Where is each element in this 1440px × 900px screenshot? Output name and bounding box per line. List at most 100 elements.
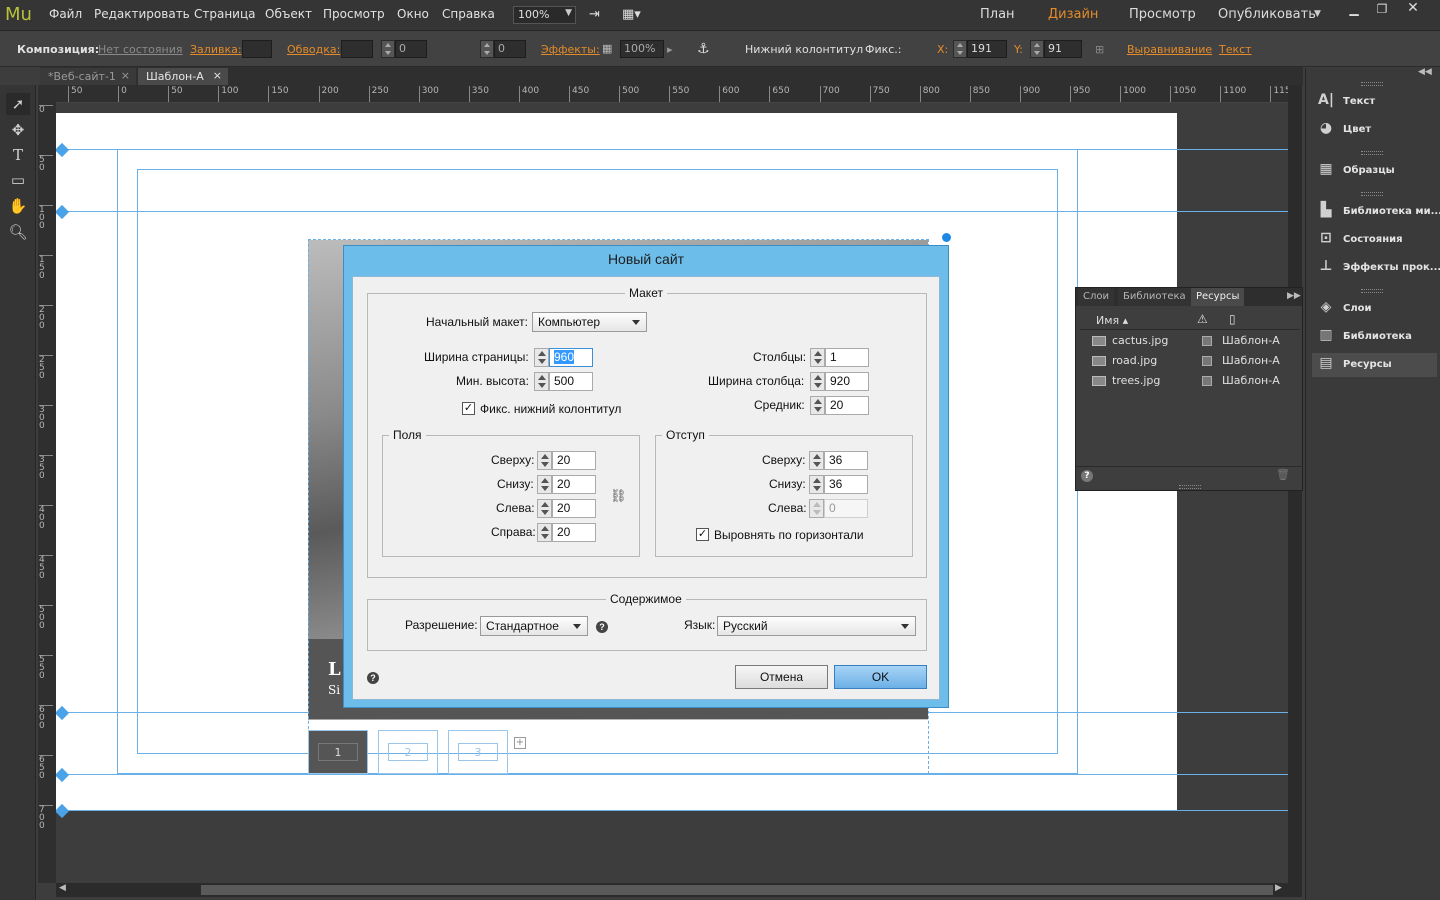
close-window-button[interactable]: ✕ [1398, 0, 1428, 18]
thumbnail-1[interactable]: 1 [308, 730, 368, 774]
tab-library[interactable]: Библиотека [1118, 288, 1191, 306]
workspace-publish[interactable]: Опубликовать [1218, 7, 1316, 22]
asset-row[interactable]: cactus.jpg Шаблон-A [1092, 332, 1300, 350]
padding-bottom-input[interactable]: 36 [824, 475, 868, 494]
align-link[interactable]: Выравнивание [1127, 43, 1212, 56]
help-icon[interactable]: ? [596, 621, 608, 633]
page-nav-icon[interactable]: ⇥ [589, 7, 600, 22]
panel-grip[interactable] [1361, 192, 1383, 196]
page-width-spinner[interactable] [534, 348, 549, 367]
effects-label[interactable]: Эффекты: [541, 43, 600, 56]
fill-swatch[interactable] [242, 40, 272, 58]
link-margins-icon[interactable]: ⛓ [610, 488, 627, 504]
thumbnail-2[interactable]: 2 [378, 730, 438, 774]
crop-tool-icon[interactable]: ✥ [6, 119, 30, 141]
close-icon[interactable]: × [121, 69, 130, 82]
padding-bottom-spinner[interactable] [809, 475, 824, 494]
collapse-panels-icon[interactable]: ◀◀ [1418, 67, 1432, 77]
stroke-width-input[interactable]: 0 [395, 40, 427, 58]
help-icon[interactable]: ? [1081, 470, 1093, 482]
corner-spinner[interactable] [480, 40, 494, 58]
zoom-select[interactable]: 100% ▼ [513, 6, 576, 24]
menu-window[interactable]: Окно [397, 7, 429, 21]
workspace-preview[interactable]: Просмотр [1129, 7, 1196, 22]
columns-input[interactable]: 1 [825, 348, 869, 367]
padding-top-spinner[interactable] [809, 451, 824, 470]
rectangle-tool-icon[interactable]: ▭ [6, 169, 30, 191]
margin-top-input[interactable]: 20 [552, 451, 596, 470]
tab-assets[interactable]: Ресурсы [1191, 288, 1245, 306]
menu-help[interactable]: Справка [442, 7, 495, 21]
stroke-label[interactable]: Обводка: [287, 43, 340, 56]
page-icon[interactable]: ▯ [1229, 312, 1236, 326]
min-height-spinner[interactable] [534, 372, 549, 391]
initial-layout-select[interactable]: Компьютер [532, 312, 647, 332]
margin-bottom-input[interactable]: 20 [552, 475, 596, 494]
margin-right-spinner[interactable] [537, 523, 552, 542]
workspace-plan[interactable]: План [980, 7, 1015, 22]
margin-left-spinner[interactable] [537, 499, 552, 518]
cancel-button[interactable]: Отмена [735, 665, 828, 689]
fill-label[interactable]: Заливка: [190, 43, 242, 56]
margin-top-spinner[interactable] [537, 451, 552, 470]
page-width-input[interactable]: 960 [549, 348, 593, 367]
text-link[interactable]: Текст [1219, 43, 1252, 56]
selection-tool-icon[interactable]: ➚ [6, 93, 30, 115]
panel-assets[interactable]: ▤ Ресурсы [1312, 353, 1437, 377]
thumbnail-3[interactable]: 3 [448, 730, 508, 774]
opacity-arrow-icon[interactable]: ▸ [667, 43, 673, 56]
workspace-design[interactable]: Дизайн [1048, 7, 1098, 22]
tab-website-1[interactable]: *Веб-сайт-1 × [40, 68, 136, 85]
restore-button[interactable]: ❐ [1368, 2, 1396, 18]
columns-spinner[interactable] [810, 348, 825, 367]
close-icon[interactable]: × [213, 69, 222, 82]
margin-left-input[interactable]: 20 [552, 499, 596, 518]
corner-radius-input[interactable]: 0 [494, 40, 526, 58]
horizontal-ruler[interactable]: 50 0 50 100 150 200 250 300 350 400 450 500 550 600 65… [56, 85, 1288, 103]
zoom-tool-icon[interactable]: 🔍︎ [6, 221, 30, 243]
padding-top-input[interactable]: 36 [824, 451, 868, 470]
panel-color[interactable]: ◕ Цвет [1312, 118, 1437, 142]
asset-row[interactable]: road.jpg Шаблон-A [1092, 352, 1300, 370]
panel-grip[interactable] [1361, 151, 1383, 155]
gutter-input[interactable]: 20 [825, 396, 869, 415]
minimize-button[interactable]: ▁ [1340, 2, 1368, 18]
panel-library[interactable]: ▥ Библиотека [1312, 325, 1437, 349]
resolution-select[interactable]: Стандартное [480, 616, 588, 636]
y-input[interactable]: 91 [1044, 40, 1082, 58]
menu-view[interactable]: Просмотр [323, 7, 385, 21]
gutter-spinner[interactable] [810, 396, 825, 415]
trash-icon[interactable]: 🗑︎ [1276, 468, 1290, 481]
opacity-input[interactable]: 100% [620, 40, 664, 58]
panel-text[interactable]: A| Текст [1312, 90, 1437, 114]
composition-state[interactable]: Нет состояния [98, 43, 182, 56]
scrollbar-thumb[interactable] [201, 885, 1273, 895]
display-options-icon[interactable]: ▦▾ [622, 7, 641, 22]
ok-button[interactable]: OK [834, 665, 927, 689]
sticky-footer-checkbox[interactable]: ✓ [462, 402, 475, 415]
panel-swatches[interactable]: ▦ Образцы [1312, 159, 1437, 183]
column-width-spinner[interactable] [810, 372, 825, 391]
tab-template-a[interactable]: Шаблон-A × [138, 68, 228, 85]
language-select[interactable]: Русский [717, 616, 916, 636]
warning-icon[interactable]: ⚠ [1197, 312, 1208, 326]
panel-scroll-effects[interactable]: ⊥ Эффекты прок... [1312, 256, 1440, 280]
vertical-ruler[interactable]: 0 5 0 1 0 0 1 5 0 2 0 0 2 5 0 3 0 0 3 5 0 4 0 0 4… [38, 103, 56, 883]
center-horizontally-checkbox[interactable]: ✓ [696, 528, 709, 541]
stroke-swatch[interactable] [341, 40, 373, 58]
x-input[interactable]: 191 [967, 40, 1007, 58]
horizontal-scrollbar[interactable]: ◀ ▶ [56, 883, 1288, 897]
margin-right-input[interactable]: 20 [552, 523, 596, 542]
panel-layers[interactable]: ◈ Слои [1312, 297, 1437, 321]
panel-grip[interactable] [1361, 82, 1383, 86]
menu-edit[interactable]: Редактировать [94, 7, 190, 21]
stroke-spinner[interactable] [381, 40, 395, 58]
menu-object[interactable]: Объект [265, 7, 312, 21]
panel-grip[interactable] [1361, 289, 1383, 293]
menu-page[interactable]: Страница [194, 7, 256, 21]
y-spinner[interactable] [1030, 40, 1044, 58]
transform-icon[interactable]: ⊞ [1095, 43, 1104, 56]
panel-resize-grip[interactable] [1179, 485, 1201, 489]
help-icon[interactable]: ? [367, 672, 379, 684]
widget-options-button[interactable] [940, 231, 953, 244]
